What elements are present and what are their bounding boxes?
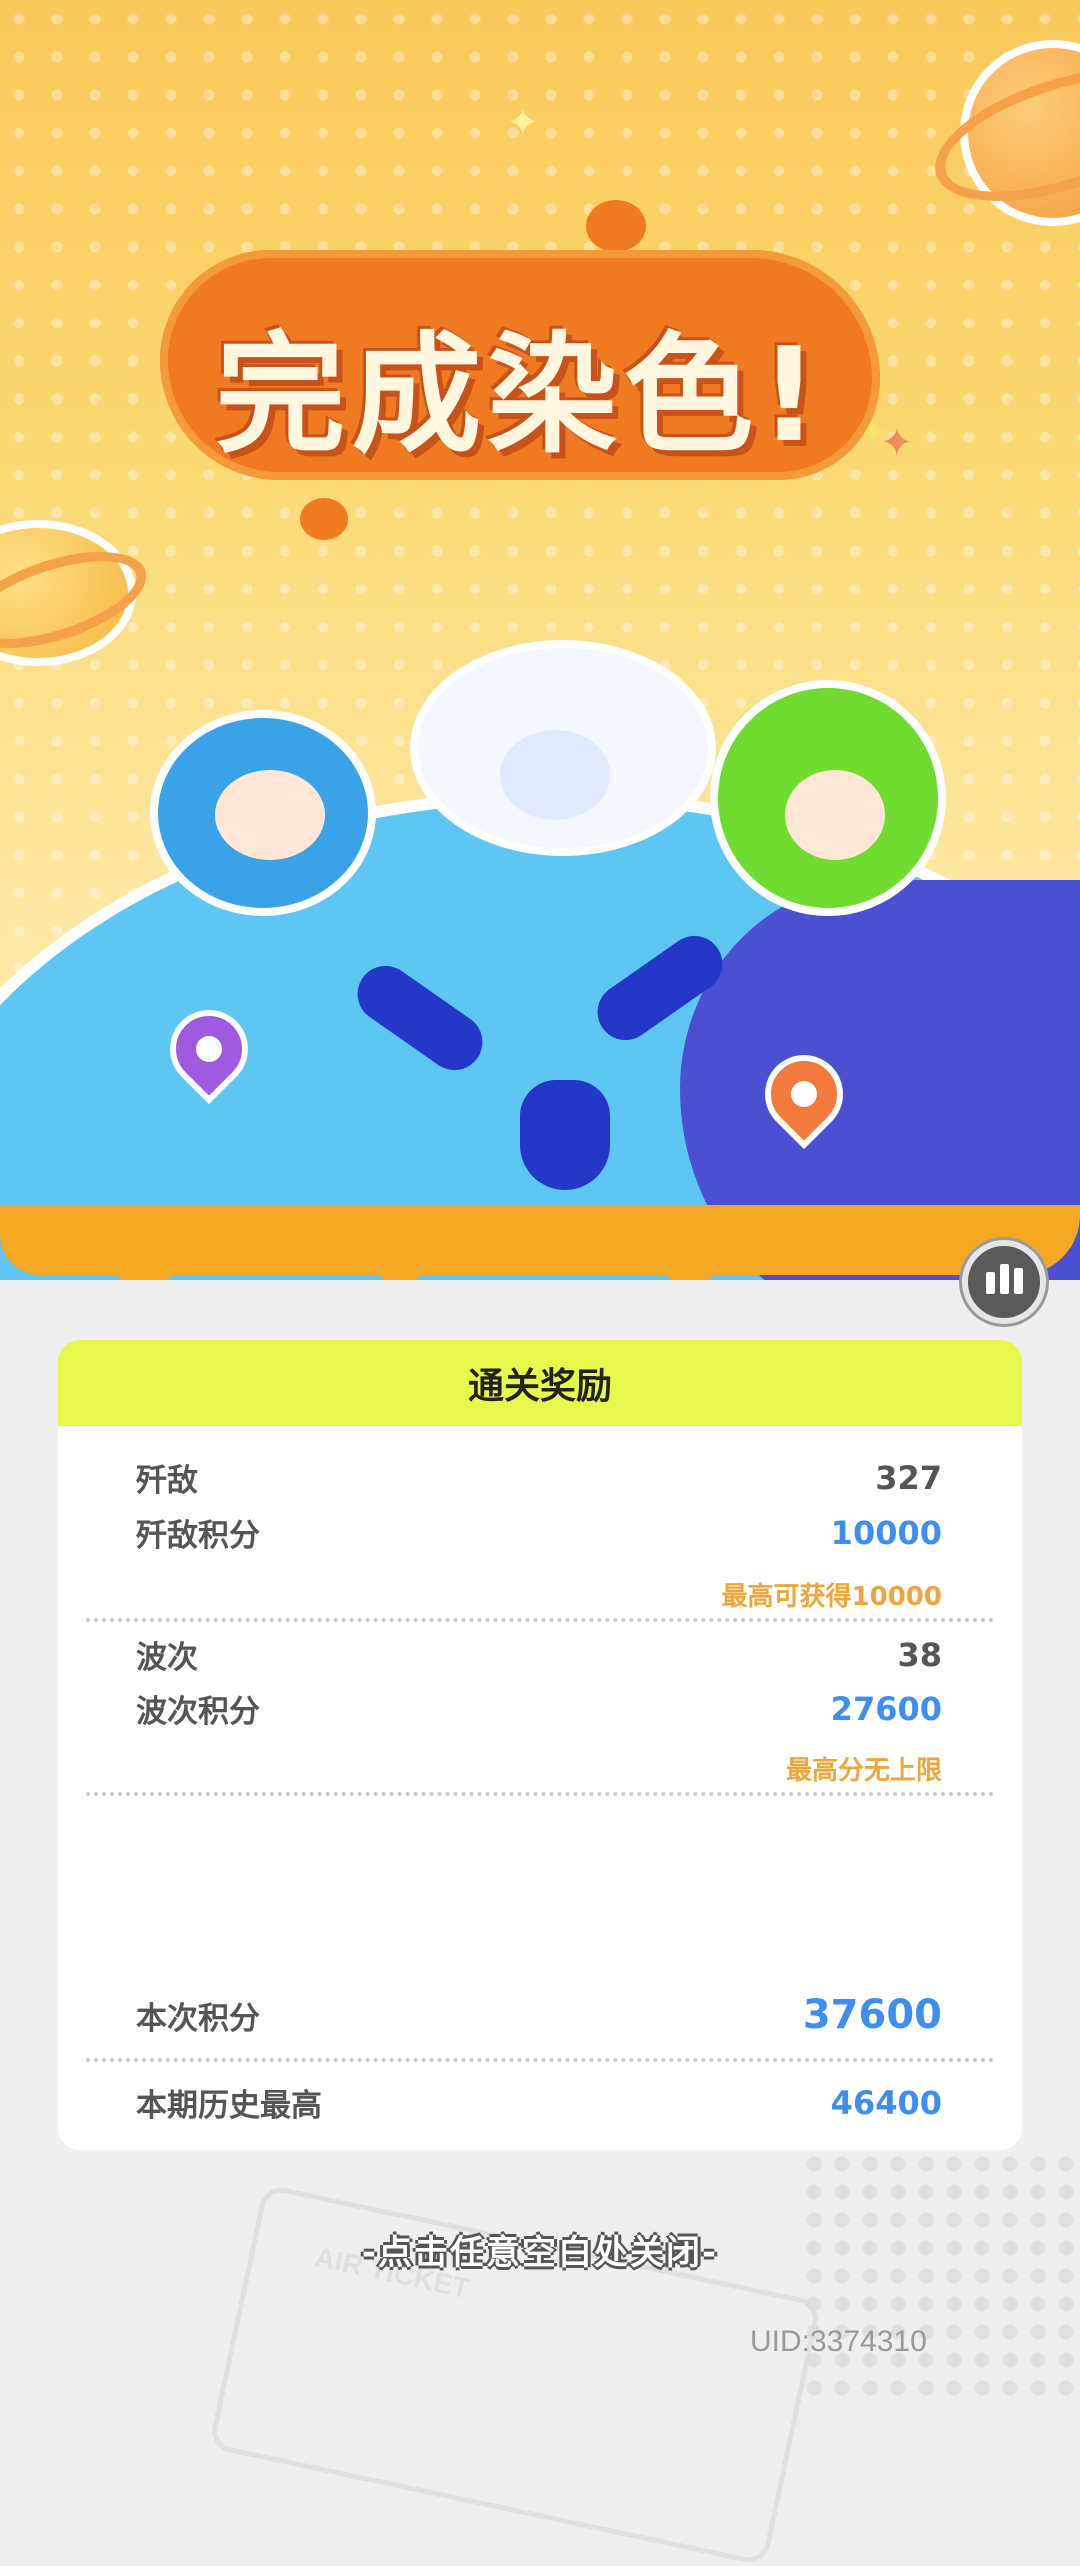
session-points-row: 本次积分 37600 xyxy=(136,1992,942,2038)
stats-icon xyxy=(1013,1268,1023,1294)
kills-value: 327 xyxy=(875,1458,942,1497)
kill-points-cap-note: 最高可获得10000 xyxy=(721,1582,942,1612)
tap-to-close-hint[interactable]: -点击任意空白处关闭- xyxy=(0,2225,1080,2274)
paint-drip xyxy=(120,1250,170,1280)
stats-icon xyxy=(999,1264,1009,1294)
halftone-decoration xyxy=(800,2150,1080,2400)
paint-drip xyxy=(660,1250,720,1280)
card-header: 通关奖励 xyxy=(58,1340,1022,1426)
kill-points-row: 歼敌积分 10000 xyxy=(136,1510,942,1555)
season-best-row: 本期历史最高 46400 xyxy=(136,2080,942,2125)
paint-drop xyxy=(300,498,348,540)
divider xyxy=(86,1792,994,1796)
wave-points-cap-note: 最高分无上限 xyxy=(785,1756,942,1786)
stats-button[interactable] xyxy=(962,1240,1046,1324)
divider xyxy=(86,2058,994,2062)
waves-row: 波次 38 xyxy=(136,1632,942,1677)
waves-value: 38 xyxy=(897,1635,942,1674)
globe-mouth xyxy=(520,1080,610,1190)
kill-points-value: 10000 xyxy=(830,1513,942,1552)
character-face xyxy=(500,730,610,820)
result-hero-illustration: ✦ ✦ ✦ 完成染色! xyxy=(0,0,1080,1280)
kill-points-label: 歼敌积分 xyxy=(136,1518,260,1554)
session-points-label: 本次积分 xyxy=(136,2000,260,2037)
sparkle-icon: ✦ xyxy=(506,100,540,146)
wave-points-label: 波次积分 xyxy=(136,1694,260,1730)
character-face xyxy=(785,770,885,860)
session-points-value: 37600 xyxy=(802,1992,942,2038)
sparkle-icon: ✦ xyxy=(880,420,914,466)
waves-label: 波次 xyxy=(136,1640,198,1676)
divider xyxy=(86,1618,994,1622)
kills-label: 歼敌 xyxy=(136,1463,198,1499)
paint-drop xyxy=(586,200,646,252)
season-best-value: 46400 xyxy=(830,2083,942,2122)
kills-row: 歼敌 327 xyxy=(136,1455,942,1500)
wave-points-row: 波次积分 27600 xyxy=(136,1686,942,1731)
character-face xyxy=(215,770,325,860)
result-title: 完成染色! xyxy=(215,319,825,471)
user-id: UID:3374310 xyxy=(750,2325,927,2358)
season-best-label: 本期历史最高 xyxy=(136,2088,322,2124)
stats-icon xyxy=(985,1272,995,1294)
paint-drip xyxy=(380,1250,420,1280)
wave-points-value: 27600 xyxy=(830,1689,942,1728)
clear-reward-card: 通关奖励 歼敌 327 歼敌积分 10000 最高可获得10000 波次 38 … xyxy=(58,1340,1022,2150)
